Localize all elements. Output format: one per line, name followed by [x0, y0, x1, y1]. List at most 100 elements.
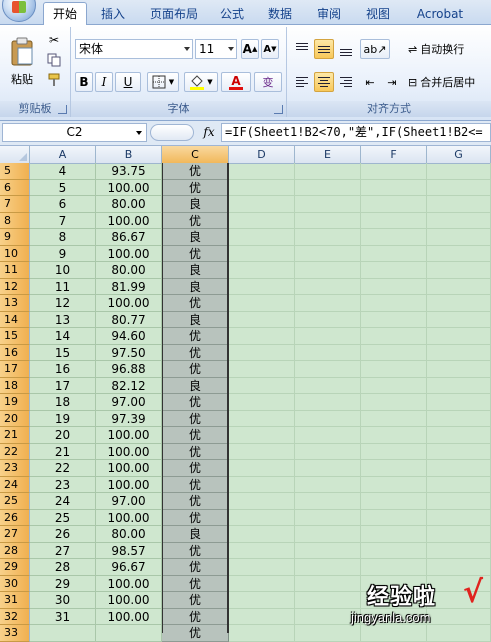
cell-a[interactable]: 14	[30, 328, 96, 345]
column-header-g[interactable]: G	[427, 146, 491, 163]
cell-f[interactable]	[361, 295, 427, 312]
cell-f[interactable]	[361, 163, 427, 180]
tab-data[interactable]: 数据	[263, 4, 297, 24]
cell-f[interactable]	[361, 278, 427, 295]
cell-d[interactable]	[229, 608, 295, 625]
cell-b[interactable]: 100.00	[96, 427, 162, 444]
cell-a[interactable]	[30, 625, 96, 642]
cell-b[interactable]: 93.75	[96, 163, 162, 180]
cell-b[interactable]: 100.00	[96, 460, 162, 477]
row-header[interactable]: 28	[0, 542, 30, 559]
font-name-select[interactable]: 宋体	[75, 39, 193, 59]
cell-a[interactable]: 27	[30, 542, 96, 559]
cell-a[interactable]: 5	[30, 179, 96, 196]
format-painter-button[interactable]	[44, 71, 64, 89]
font-dialog-launcher[interactable]	[274, 105, 283, 114]
cell-a[interactable]: 22	[30, 460, 96, 477]
row-header[interactable]: 32	[0, 608, 30, 625]
cell-b[interactable]: 100.00	[96, 592, 162, 609]
cell-d[interactable]	[229, 262, 295, 279]
insert-function-button[interactable]: fx	[199, 124, 219, 141]
cell-d[interactable]	[229, 278, 295, 295]
cell-g[interactable]	[427, 179, 491, 196]
shrink-font-button[interactable]: A ▼	[261, 39, 279, 59]
cell-a[interactable]: 6	[30, 196, 96, 213]
cell-a[interactable]: 31	[30, 608, 96, 625]
cell-c[interactable]: 良	[162, 526, 229, 543]
cell-a[interactable]: 16	[30, 361, 96, 378]
office-button[interactable]	[2, 0, 36, 22]
cell-b[interactable]: 100.00	[96, 443, 162, 460]
cell-d[interactable]	[229, 229, 295, 246]
cell-g[interactable]	[427, 509, 491, 526]
bold-button[interactable]: B	[75, 72, 93, 92]
cell-b[interactable]: 97.50	[96, 344, 162, 361]
cell-d[interactable]	[229, 344, 295, 361]
cell-f[interactable]	[361, 229, 427, 246]
row-header[interactable]: 7	[0, 196, 30, 213]
cell-d[interactable]	[229, 328, 295, 345]
formula-input[interactable]: =IF(Sheet1!B2<70,"差",IF(Sheet1!B2<=	[221, 123, 491, 142]
cut-button[interactable]: ✂	[44, 31, 64, 49]
cell-b[interactable]: 80.00	[96, 262, 162, 279]
font-size-select[interactable]: 11	[195, 39, 237, 59]
cell-b[interactable]: 100.00	[96, 295, 162, 312]
cell-e[interactable]	[295, 476, 361, 493]
row-header[interactable]: 29	[0, 559, 30, 576]
cell-b[interactable]: 100.00	[96, 476, 162, 493]
cell-c[interactable]: 优	[162, 443, 229, 460]
cell-c[interactable]: 优	[162, 427, 229, 444]
cell-f[interactable]	[361, 212, 427, 229]
cell-e[interactable]	[295, 212, 361, 229]
cell-g[interactable]	[427, 460, 491, 477]
cell-c[interactable]: 优	[162, 212, 229, 229]
cell-c[interactable]: 优	[162, 542, 229, 559]
paste-button[interactable]: 粘贴	[4, 29, 40, 95]
cell-c[interactable]: 良	[162, 311, 229, 328]
cell-d[interactable]	[229, 245, 295, 262]
cell-f[interactable]	[361, 344, 427, 361]
cell-f[interactable]	[361, 542, 427, 559]
italic-button[interactable]: I	[95, 72, 113, 92]
cell-b[interactable]: 96.88	[96, 361, 162, 378]
cell-g[interactable]	[427, 476, 491, 493]
cell-b[interactable]: 100.00	[96, 608, 162, 625]
column-header-f[interactable]: F	[361, 146, 427, 163]
cell-a[interactable]: 26	[30, 526, 96, 543]
merge-center-button[interactable]: ⊟ 合并后居中	[407, 72, 491, 92]
cell-g[interactable]	[427, 377, 491, 394]
row-header[interactable]: 9	[0, 229, 30, 246]
cell-d[interactable]	[229, 394, 295, 411]
cell-e[interactable]	[295, 179, 361, 196]
cell-a[interactable]: 29	[30, 575, 96, 592]
cell-a[interactable]: 9	[30, 245, 96, 262]
cell-e[interactable]	[295, 493, 361, 510]
borders-button[interactable]: ▼	[147, 72, 179, 92]
cell-c[interactable]: 优	[162, 608, 229, 625]
cell-c[interactable]: 良	[162, 196, 229, 213]
cell-g[interactable]	[427, 328, 491, 345]
cell-e[interactable]	[295, 526, 361, 543]
cell-c[interactable]: 优	[162, 575, 229, 592]
cell-d[interactable]	[229, 179, 295, 196]
cell-b[interactable]: 100.00	[96, 245, 162, 262]
cell-f[interactable]	[361, 377, 427, 394]
cell-a[interactable]: 28	[30, 559, 96, 576]
cell-c[interactable]: 良	[162, 229, 229, 246]
cell-a[interactable]: 13	[30, 311, 96, 328]
cell-f[interactable]	[361, 311, 427, 328]
cell-b[interactable]: 100.00	[96, 179, 162, 196]
cell-c[interactable]: 优	[162, 625, 229, 642]
cell-a[interactable]: 21	[30, 443, 96, 460]
tab-review[interactable]: 审阅	[312, 4, 346, 24]
row-header[interactable]: 6	[0, 179, 30, 196]
cell-e[interactable]	[295, 163, 361, 180]
cell-d[interactable]	[229, 575, 295, 592]
cell-g[interactable]	[427, 526, 491, 543]
cell-b[interactable]: 100.00	[96, 575, 162, 592]
row-header[interactable]: 26	[0, 509, 30, 526]
cell-b[interactable]: 82.12	[96, 377, 162, 394]
cell-f[interactable]	[361, 394, 427, 411]
cell-a[interactable]: 4	[30, 163, 96, 180]
row-header[interactable]: 5	[0, 163, 30, 180]
